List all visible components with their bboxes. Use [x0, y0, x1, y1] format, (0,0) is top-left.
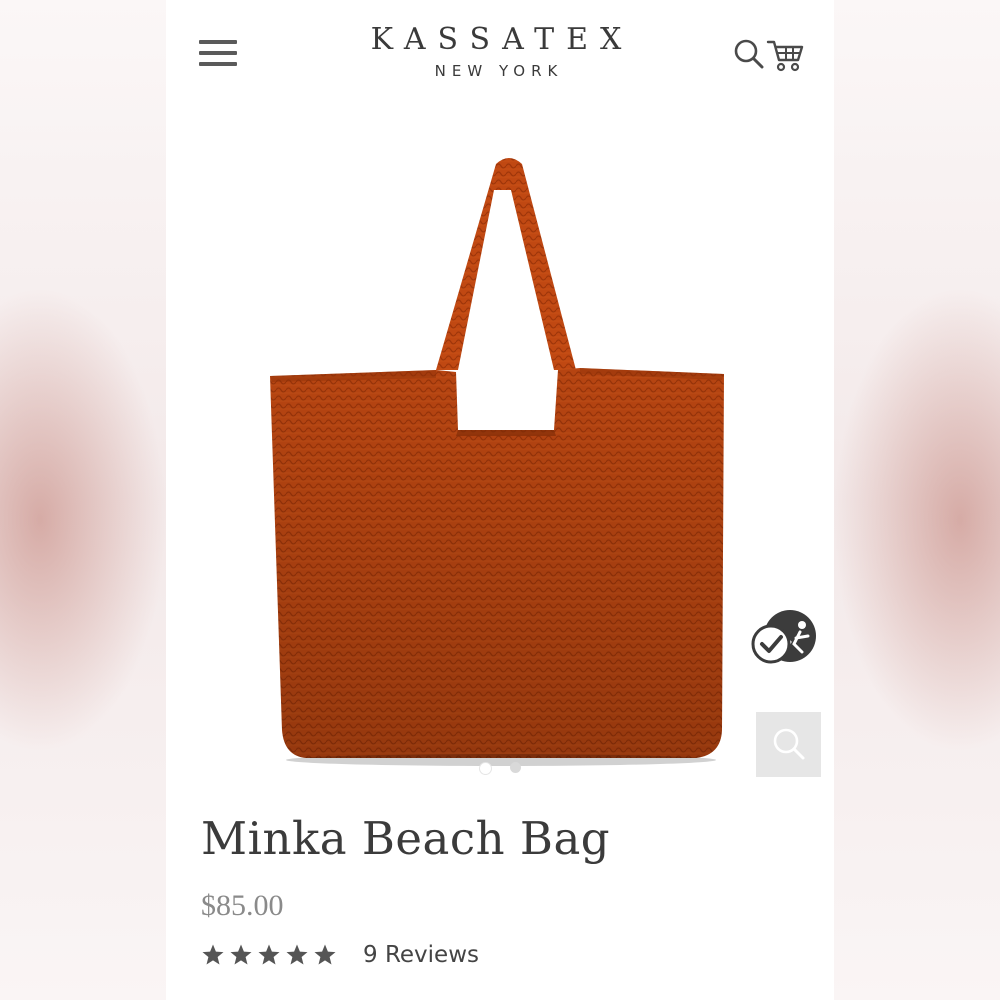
carousel-dot-active[interactable]	[479, 762, 492, 775]
product-image	[270, 158, 724, 766]
star-icon	[230, 944, 252, 965]
star-icon	[286, 944, 308, 965]
zoom-button[interactable]	[756, 712, 821, 777]
zoom-search-icon	[773, 728, 805, 760]
carousel-dot[interactable]	[510, 762, 521, 773]
verified-checkmark-badge-icon[interactable]	[750, 608, 820, 670]
product-rating[interactable]: 9 Reviews	[201, 938, 479, 972]
star-icon	[258, 944, 280, 965]
brand-name: KASSATEX	[370, 22, 634, 57]
product-title: Minka Beach Bag	[201, 812, 611, 865]
brand-location: NEW YORK	[434, 62, 564, 80]
star-icon	[314, 944, 336, 965]
star-icon	[202, 944, 224, 965]
hamburger-menu-icon[interactable]	[199, 40, 237, 70]
product-page: KASSATEX NEW YORK Minka Beach Bag $85.00…	[166, 0, 834, 1000]
rating-stars	[201, 943, 337, 967]
shopping-cart-icon[interactable]	[766, 38, 804, 72]
product-price: $85.00	[201, 889, 284, 922]
product-image-carousel[interactable]	[166, 130, 834, 775]
reviews-link[interactable]: 9 Reviews	[363, 942, 479, 968]
brand-logo[interactable]: KASSATEX NEW YORK	[296, 22, 696, 80]
site-header: KASSATEX NEW YORK	[166, 0, 834, 110]
search-icon[interactable]	[734, 38, 764, 70]
